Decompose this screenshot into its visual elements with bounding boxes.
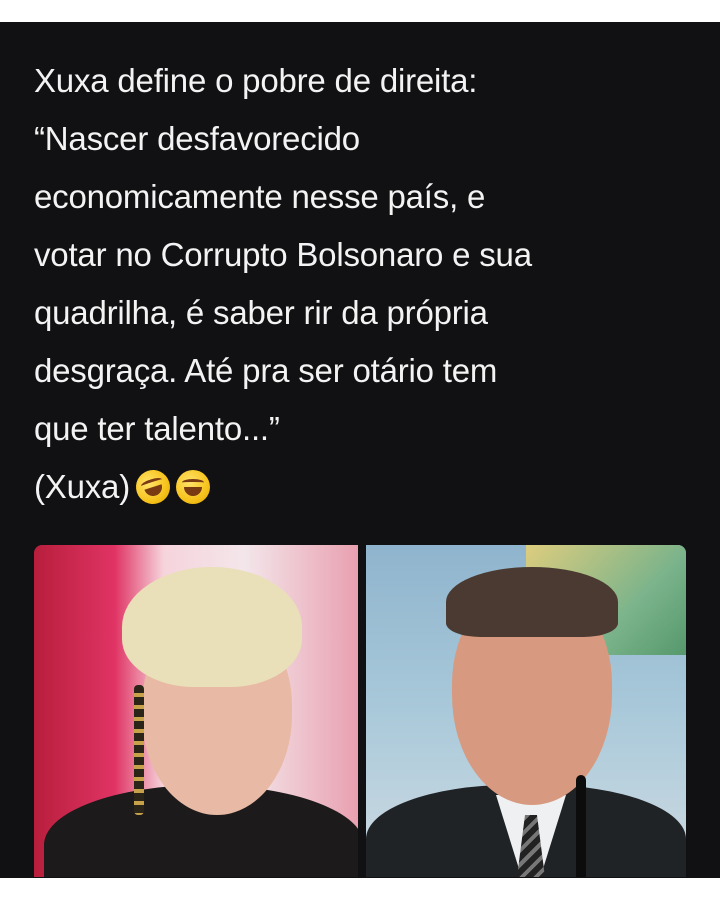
- post-line-1: Xuxa define o pobre de direita:: [34, 62, 478, 99]
- post-line-3: economicamente nesse país, e: [34, 178, 486, 215]
- rolling-on-floor-laughing-icon: [131, 465, 175, 509]
- bolsonaro-hair: [446, 567, 618, 637]
- author-attribution: (Xuxa): [34, 468, 130, 505]
- bolsonaro-photo: [366, 545, 686, 877]
- post-line-6: desgraça. Até pra ser otário tem: [34, 352, 498, 389]
- post-line-7: que ter talento...”: [34, 410, 280, 447]
- xuxa-earring: [134, 685, 144, 815]
- tears-of-joy-icon: [176, 470, 210, 504]
- post-line-8: (Xuxa): [34, 458, 694, 516]
- xuxa-photo: [34, 545, 358, 877]
- post-line-4: votar no Corrupto Bolsonaro e sua: [34, 236, 532, 273]
- post-text: Xuxa define o pobre de direita: “Nascer …: [34, 52, 694, 516]
- xuxa-hair: [122, 567, 302, 687]
- post-card: Xuxa define o pobre de direita: “Nascer …: [0, 22, 720, 878]
- microphone: [576, 775, 586, 877]
- post-line-2: “Nascer desfavorecido: [34, 120, 360, 157]
- post-line-5: quadrilha, é saber rir da própria: [34, 294, 488, 331]
